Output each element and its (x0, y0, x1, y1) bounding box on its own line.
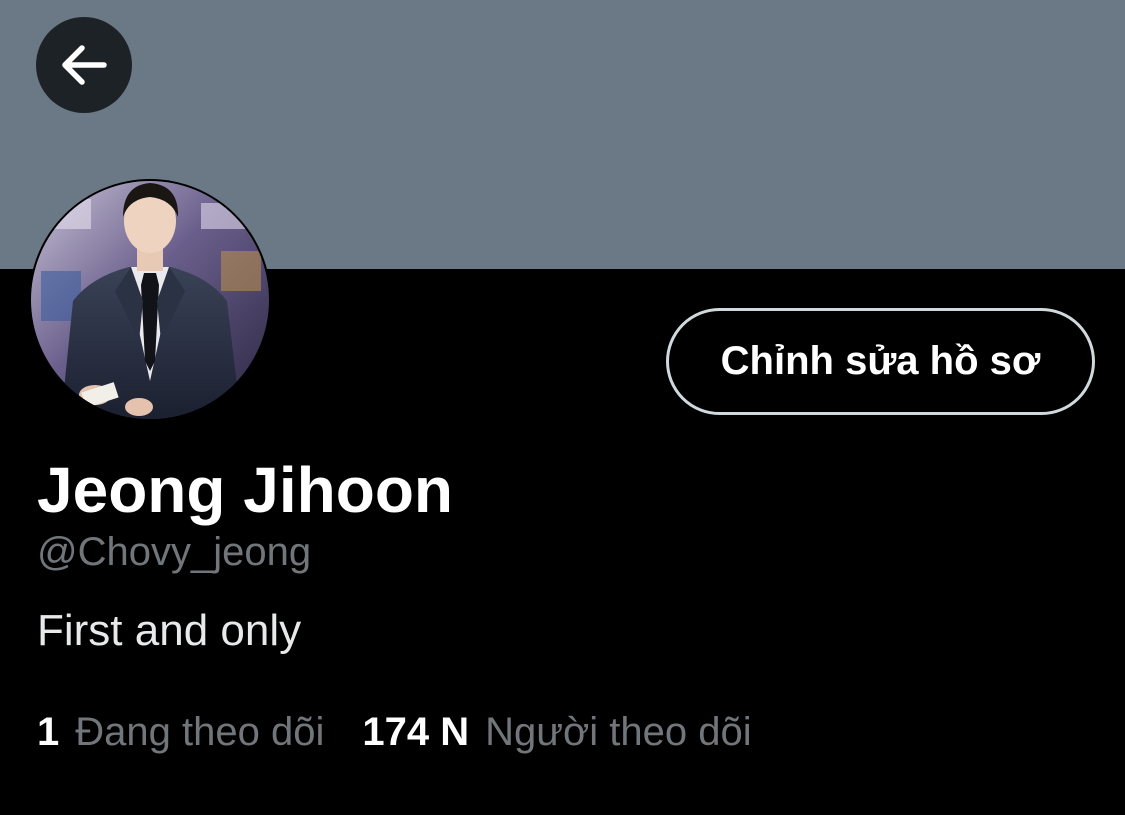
followers-label: Người theo dõi (485, 710, 752, 754)
profile-page: Chỉnh sửa hồ sơ Jeong Jihoon @Chovy_jeon… (0, 0, 1125, 815)
arrow-left-icon (62, 45, 107, 85)
back-button[interactable] (36, 17, 132, 113)
display-name: Jeong Jihoon (37, 454, 453, 526)
following-link[interactable]: 1 Đang theo dõi (37, 707, 324, 757)
follow-stats: 1 Đang theo dõi 174 N Người theo dõi (37, 707, 752, 757)
following-label: Đang theo dõi (75, 710, 325, 754)
profile-bio: First and only (37, 606, 302, 655)
edit-profile-button[interactable]: Chỉnh sửa hồ sơ (666, 308, 1095, 415)
avatar-photo (31, 181, 269, 419)
user-handle: @Chovy_jeong (37, 530, 312, 574)
following-count: 1 (37, 710, 60, 754)
followers-count: 174 N (362, 710, 470, 754)
followers-link[interactable]: 174 N Người theo dõi (362, 707, 751, 757)
avatar[interactable] (29, 179, 271, 421)
